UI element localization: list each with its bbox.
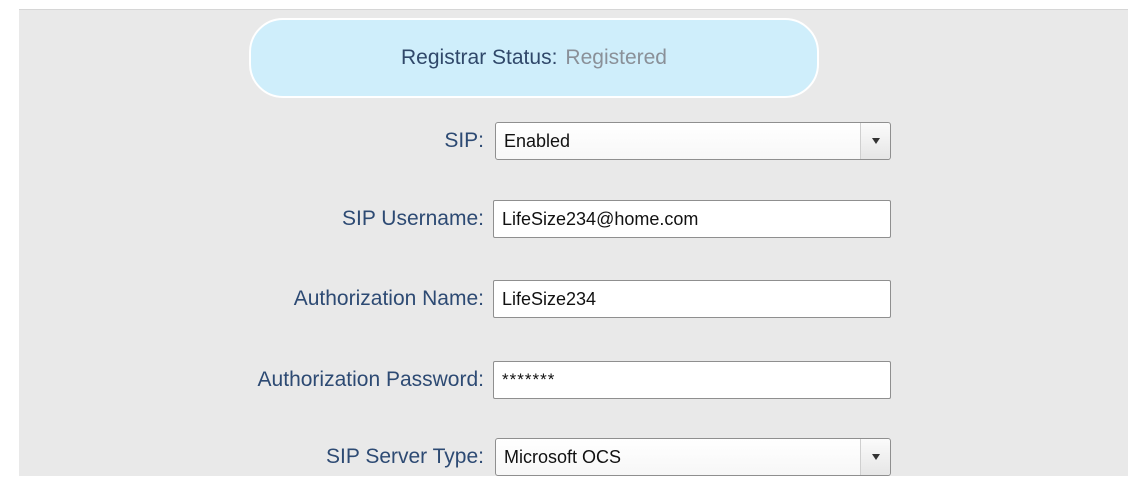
sip-select[interactable]: Enabled xyxy=(495,122,891,160)
sip-username-input[interactable]: LifeSize234@home.com xyxy=(493,200,891,238)
sip-username-row: SIP Username: LifeSize234@home.com xyxy=(0,200,1145,238)
chevron-down-icon xyxy=(871,138,880,144)
sip-server-type-row: SIP Server Type: Microsoft OCS xyxy=(0,438,1145,476)
sip-label: SIP: xyxy=(444,129,484,152)
authorization-name-input[interactable]: LifeSize234 xyxy=(493,280,891,318)
sip-server-type-dropdown-button[interactable] xyxy=(860,439,890,475)
authorization-password-input[interactable]: ******* xyxy=(493,361,891,399)
registrar-status-value: Registered xyxy=(565,46,667,69)
registrar-status-label: Registrar Status: xyxy=(401,46,558,69)
authorization-name-label: Authorization Name: xyxy=(293,287,484,310)
sip-row: SIP: Enabled xyxy=(0,122,1145,160)
sip-dropdown-button[interactable] xyxy=(860,123,890,159)
authorization-password-value: ******* xyxy=(502,370,556,389)
authorization-name-row: Authorization Name: LifeSize234 xyxy=(0,280,1145,318)
sip-username-label: SIP Username: xyxy=(341,207,484,230)
sip-server-type-label: SIP Server Type: xyxy=(326,445,484,468)
authorization-password-label: Authorization Password: xyxy=(257,368,484,391)
authorization-name-value: LifeSize234 xyxy=(502,288,597,309)
registrar-status-box: Registrar Status: Registered xyxy=(249,18,819,98)
authorization-password-row: Authorization Password: ******* xyxy=(0,361,1145,399)
sip-server-type-value: Microsoft OCS xyxy=(504,446,622,467)
sip-server-type-select[interactable]: Microsoft OCS xyxy=(495,438,891,476)
chevron-down-icon xyxy=(871,454,880,460)
sip-select-value: Enabled xyxy=(504,130,571,151)
sip-username-value: LifeSize234@home.com xyxy=(502,208,699,229)
